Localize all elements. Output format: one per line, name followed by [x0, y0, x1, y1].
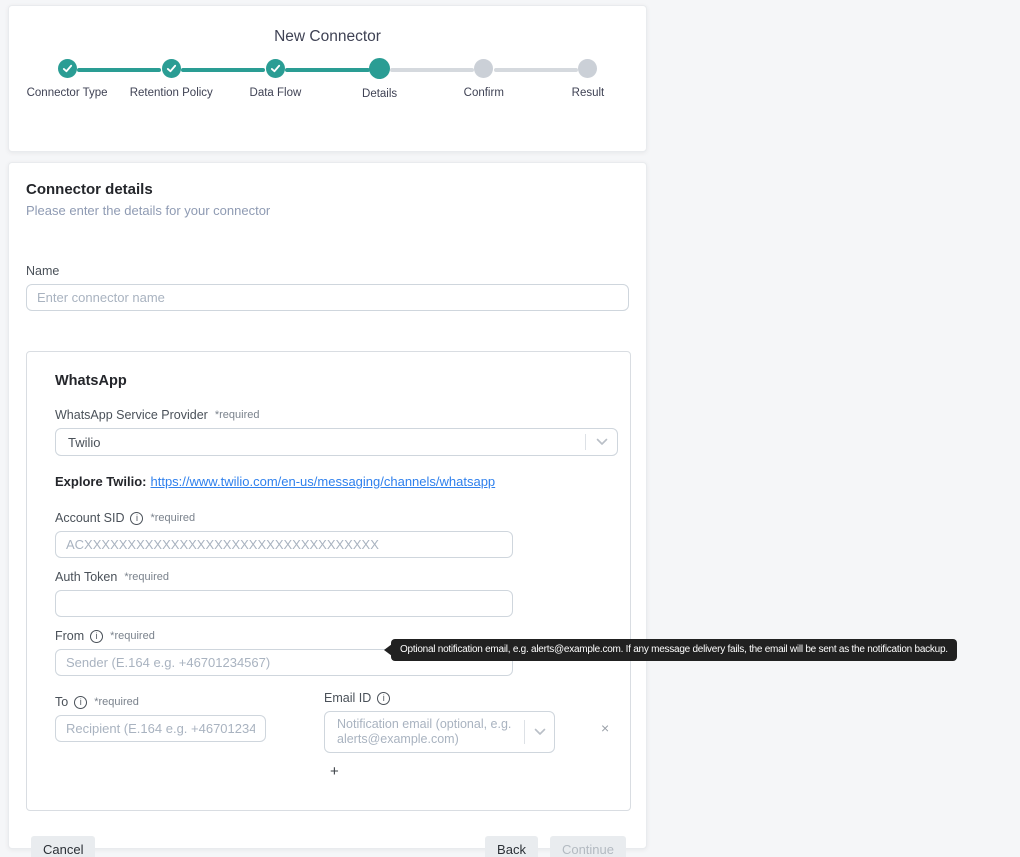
- actions-bar: Cancel Back Continue: [26, 836, 629, 857]
- wizard-title: New Connector: [274, 28, 381, 45]
- step-label: Confirm: [463, 87, 504, 99]
- required-tag: *required: [110, 630, 155, 642]
- step-details[interactable]: Details: [285, 58, 432, 100]
- step-connector-line: [77, 67, 162, 72]
- remove-email-button[interactable]: ×: [601, 721, 609, 735]
- continue-button[interactable]: Continue: [549, 836, 626, 857]
- email-tooltip: Optional notification email, e.g. alerts…: [391, 639, 957, 661]
- check-icon: [62, 64, 72, 73]
- account-sid-input[interactable]: [55, 531, 513, 558]
- required-tag: *required: [124, 571, 169, 583]
- back-button[interactable]: Back: [485, 836, 538, 857]
- step-label: Details: [362, 88, 398, 100]
- twilio-whatsapp-link[interactable]: https://www.twilio.com/en-us/messaging/c…: [151, 474, 496, 489]
- step-active-dot: [369, 58, 391, 79]
- required-tag: *required: [150, 512, 196, 524]
- step-connector-line: [285, 67, 370, 72]
- step-connector-line: [389, 67, 474, 72]
- to-label: To: [55, 695, 69, 709]
- to-input[interactable]: [55, 715, 266, 742]
- auth-token-label: Auth Token: [55, 570, 118, 584]
- add-email-button[interactable]: +: [330, 763, 339, 780]
- info-icon[interactable]: i: [377, 691, 391, 705]
- explore-label: Explore Twilio:: [55, 474, 147, 489]
- step-label: Retention Policy: [129, 87, 213, 99]
- step-connector-line: [493, 67, 578, 72]
- step-label: Connector Type: [26, 87, 108, 99]
- info-icon[interactable]: i: [90, 629, 104, 643]
- step-connector-type[interactable]: Connector Type: [15, 59, 119, 100]
- connector-details-card: Connector details Please enter the detai…: [8, 162, 647, 857]
- required-tag: *required: [94, 696, 139, 708]
- email-select-placeholder: Notification email (optional, e.g. alert…: [337, 717, 512, 746]
- step-upcoming-dot: [474, 59, 494, 78]
- check-icon: [166, 64, 176, 73]
- check-icon: [270, 64, 281, 73]
- info-icon[interactable]: i: [130, 511, 144, 525]
- step-completed-icon: [265, 59, 285, 78]
- wizard-card: New Connector Connector Type Retention P…: [8, 5, 647, 152]
- step-result[interactable]: Result: [493, 59, 640, 100]
- name-label: Name: [26, 264, 60, 278]
- cancel-button[interactable]: Cancel: [31, 836, 96, 857]
- whatsapp-heading: WhatsApp: [55, 373, 127, 389]
- provider-select[interactable]: Twilio: [55, 428, 618, 456]
- page-title: Connector details: [26, 181, 153, 198]
- step-retention-policy[interactable]: Retention Policy: [77, 59, 223, 100]
- step-label: Result: [571, 87, 605, 99]
- step-upcoming-dot: [578, 59, 598, 78]
- from-label: From: [55, 629, 85, 643]
- step-connector-line: [181, 67, 266, 72]
- step-completed-icon: [161, 59, 181, 78]
- step-data-flow[interactable]: Data Flow: [181, 59, 327, 100]
- step-label: Data Flow: [249, 87, 302, 99]
- required-tag: *required: [214, 409, 260, 421]
- account-sid-label: Account SID: [55, 511, 125, 525]
- connector-name-input[interactable]: [26, 284, 629, 311]
- email-select[interactable]: Notification email (optional, e.g. alert…: [324, 711, 555, 753]
- info-icon[interactable]: i: [74, 695, 88, 709]
- provider-select-value: Twilio: [68, 434, 101, 450]
- whatsapp-section: WhatsApp WhatsApp Service Provider *requ…: [26, 351, 631, 811]
- auth-token-input[interactable]: [55, 590, 513, 617]
- provider-label: WhatsApp Service Provider: [55, 408, 208, 422]
- page-subtitle: Please enter the details for your connec…: [26, 203, 271, 218]
- chevron-down-icon[interactable]: [585, 434, 617, 450]
- chevron-down-icon[interactable]: [524, 720, 554, 744]
- step-confirm[interactable]: Confirm: [389, 59, 536, 100]
- email-id-label: Email ID: [324, 691, 372, 705]
- step-completed-icon: [57, 59, 77, 78]
- stepper: Connector Type Retention Policy Data Flo…: [9, 58, 646, 100]
